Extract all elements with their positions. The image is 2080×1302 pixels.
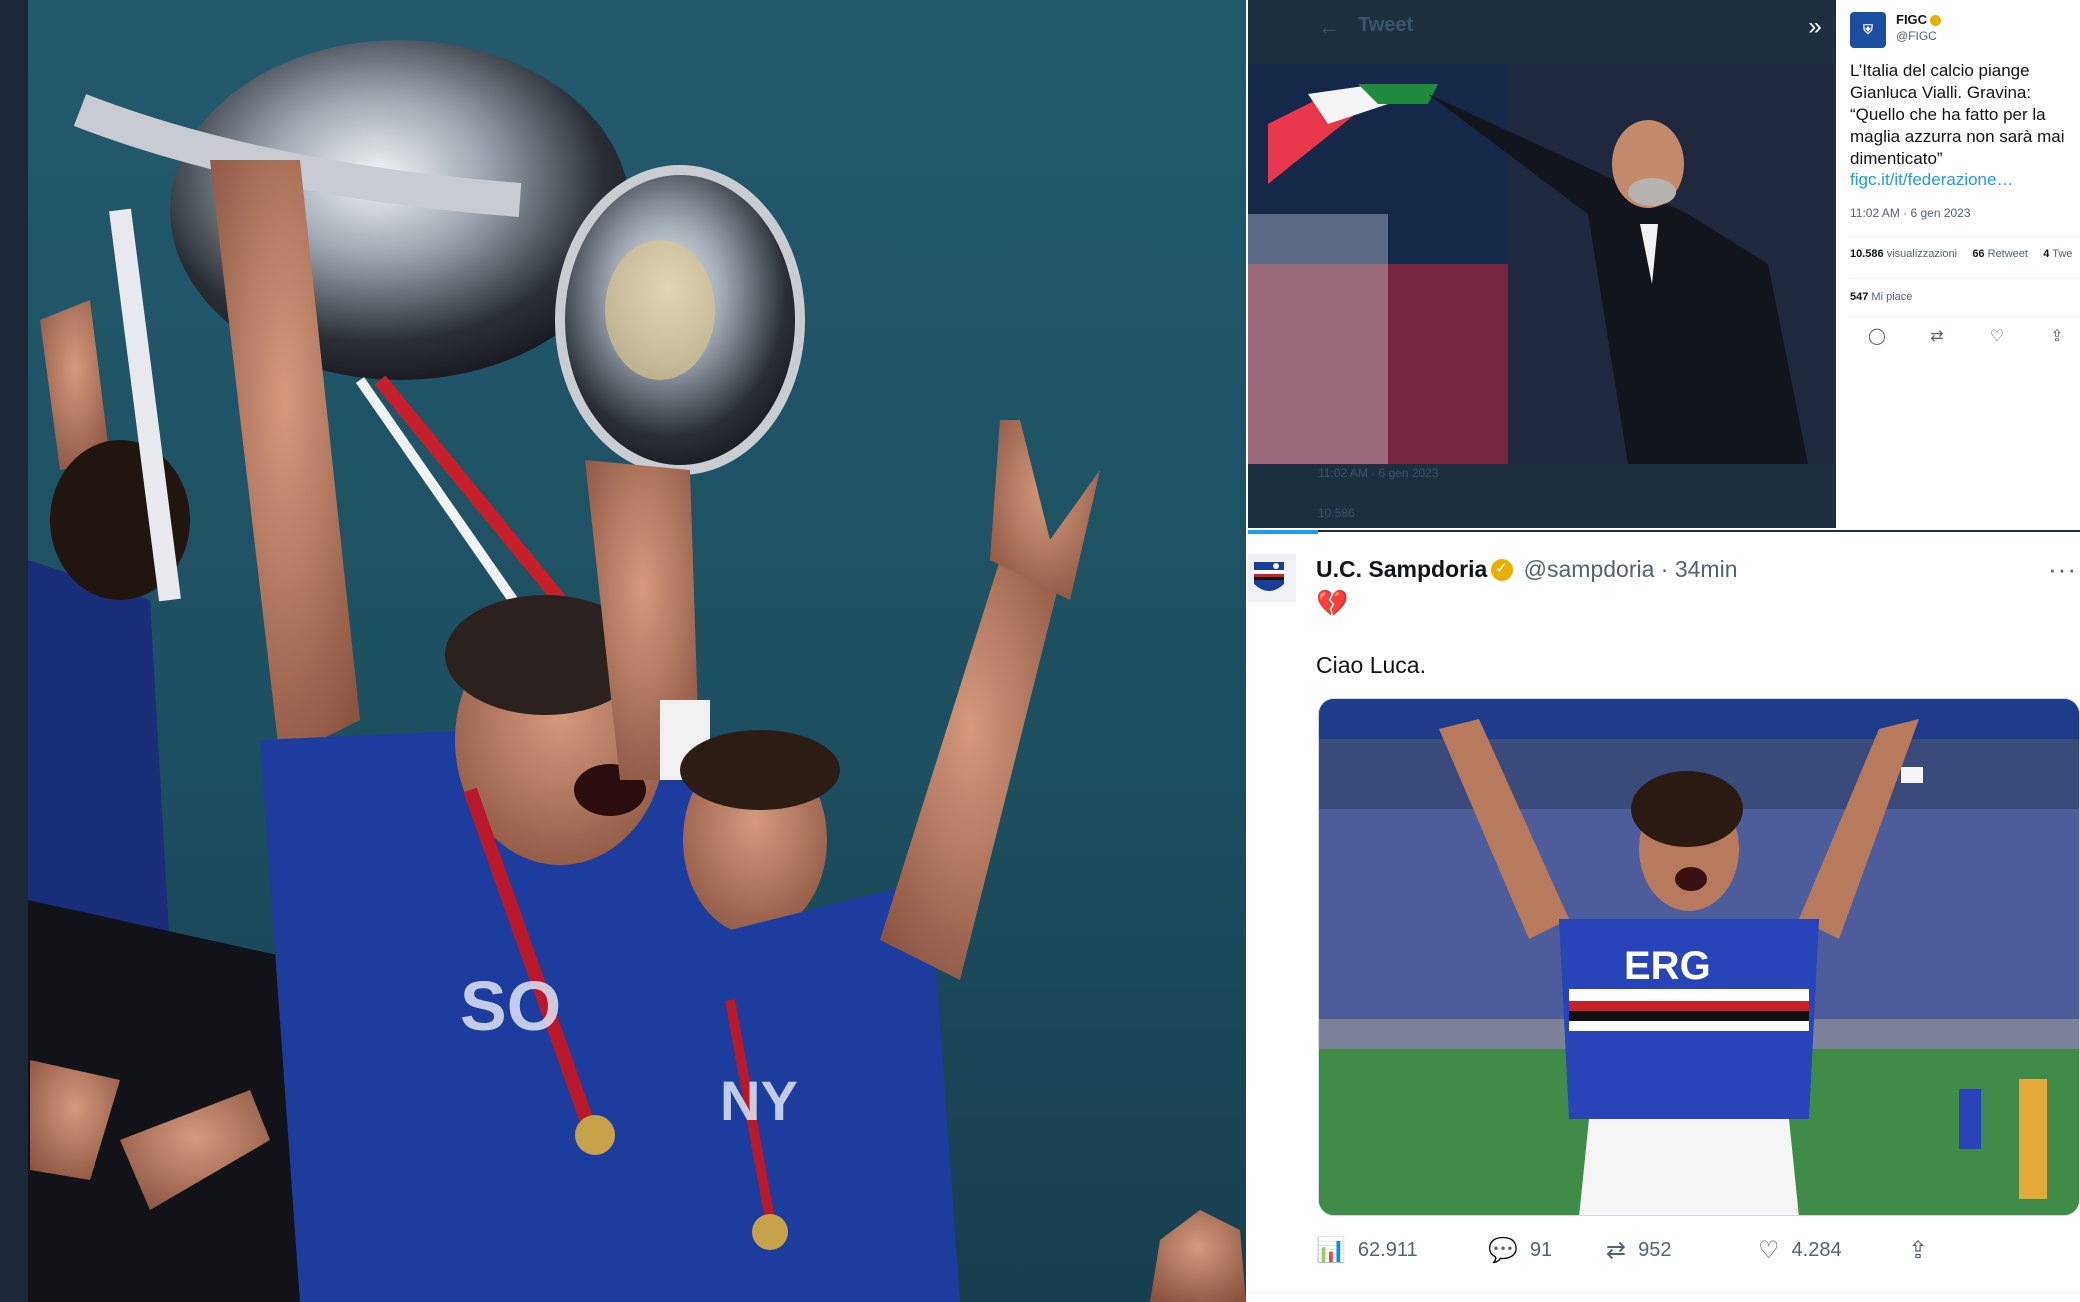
sampdoria-tweet-time[interactable]: 34min bbox=[1675, 556, 1738, 582]
vialli-sampdoria-illustration: ERG bbox=[1319, 699, 2079, 1215]
sampdoria-tweet-header: U.C. Sampdoria @sampdoria · 34min bbox=[1316, 556, 1738, 583]
verified-badge-icon bbox=[1930, 15, 1942, 27]
sampdoria-action-bar: 📊 62.911 💬 91 ⇄ 952 ♡ 4.284 ⇪ bbox=[1316, 1232, 2076, 1268]
figc-tweet-stats: 10.586 visualizzazioni 66 Retweet 4 Twe bbox=[1850, 248, 2072, 260]
speech-bubble-icon: 💬 bbox=[1488, 1236, 1518, 1264]
figc-tweet-photo[interactable] bbox=[1248, 64, 1834, 464]
sampdoria-tweet-photo[interactable]: ERG bbox=[1318, 698, 2080, 1216]
views-count: 62.911 bbox=[1357, 1238, 1418, 1261]
more-icon[interactable]: ··· bbox=[2048, 554, 2077, 585]
figc-action-bar: ◯ ⇄ ♡ ⇪ bbox=[1850, 326, 2080, 348]
retweet-icon: ⇄ bbox=[1606, 1236, 1627, 1264]
like-action[interactable]: ♡ 4.284 bbox=[1758, 1232, 1842, 1268]
svg-text:SO: SO bbox=[460, 967, 561, 1045]
heart-icon: ♡ bbox=[1758, 1236, 1780, 1264]
broken-heart-emoji: 💔 bbox=[1316, 588, 1349, 618]
nav-title: Tweet bbox=[1358, 14, 1414, 36]
sampdoria-tweet-text: Ciao Luca. bbox=[1316, 652, 1426, 678]
speech-bubble-icon[interactable]: ◯ bbox=[1866, 326, 1888, 348]
author-name-text: FIGC bbox=[1896, 12, 1928, 27]
sampdoria-avatar[interactable] bbox=[1248, 554, 1296, 602]
verified-badge-icon bbox=[1491, 559, 1514, 581]
tweet-nav-bar: ← Tweet bbox=[1248, 0, 1834, 62]
figc-author-handle[interactable]: @FIGC bbox=[1896, 29, 1937, 43]
likes-count: 547 bbox=[1850, 291, 1869, 303]
sampdoria-tweet-panel: U.C. Sampdoria @sampdoria · 34min ··· 💔 … bbox=[1248, 530, 2080, 1302]
replies-count: 91 bbox=[1529, 1238, 1553, 1261]
divider bbox=[1850, 236, 2080, 237]
separator-dot: · bbox=[1660, 556, 1669, 582]
retweet-icon[interactable]: ⇄ bbox=[1926, 326, 1948, 348]
retweets-label[interactable]: Retweet bbox=[1988, 248, 2028, 260]
panel-border bbox=[1248, 530, 2080, 532]
sampdoria-author-name[interactable]: U.C. Sampdoria bbox=[1316, 556, 1487, 582]
views-label: visualizzazioni bbox=[1886, 248, 1958, 260]
figc-tweet-card: ⛨ FIGC @FIGC L’Italia del calcio piange … bbox=[1834, 0, 2080, 528]
progress-indicator bbox=[1248, 530, 1318, 534]
blurred-stats: 10.586 bbox=[1318, 506, 1355, 520]
figc-dark-footer: 11:02 AM · 6 gen 2023 10.586 bbox=[1248, 464, 1834, 528]
reply-action[interactable]: 💬 91 bbox=[1488, 1232, 1552, 1268]
retweets-count: 952 bbox=[1638, 1238, 1672, 1261]
trophy-celebration-illustration: SO NY bbox=[28, 0, 1246, 1302]
sampdoria-crest-icon bbox=[1248, 554, 1296, 602]
figc-avatar[interactable]: ⛨ bbox=[1850, 12, 1886, 48]
panel-bottom-border bbox=[1248, 1292, 2080, 1302]
divider bbox=[1850, 316, 2080, 317]
sampdoria-author-handle[interactable]: @sampdoria bbox=[1524, 556, 1655, 582]
views-count: 10.586 bbox=[1850, 248, 1884, 260]
back-arrow-icon[interactable]: ← bbox=[1318, 14, 1340, 40]
share-icon[interactable]: ⇪ bbox=[2046, 326, 2068, 348]
figc-tweet-timestamp[interactable]: 11:02 AM · 6 gen 2023 bbox=[1850, 206, 1971, 220]
figc-tweet-text: L’Italia del calcio piange Gianluca Vial… bbox=[1850, 61, 2065, 168]
divider bbox=[1850, 278, 2080, 279]
figc-tweet-panel: ← Tweet » 11:02 AM · 6 gen 2023 10.586 ⛨… bbox=[1248, 0, 2080, 528]
double-chevron-right-icon[interactable]: » bbox=[1800, 12, 1830, 42]
retweet-action[interactable]: ⇄ 952 bbox=[1606, 1232, 1671, 1268]
svg-text:ERG: ERG bbox=[1624, 944, 1711, 988]
retweets-count: 66 bbox=[1972, 248, 1985, 260]
quotes-label[interactable]: Twe bbox=[2052, 248, 2072, 260]
svg-text:NY: NY bbox=[720, 1069, 798, 1132]
heart-icon[interactable]: ♡ bbox=[1986, 326, 2008, 348]
figc-tweet-link[interactable]: figc.it/it/federazione… bbox=[1850, 170, 2013, 190]
figc-author-name[interactable]: FIGC bbox=[1896, 12, 1942, 27]
blurred-timestamp: 11:02 AM · 6 gen 2023 bbox=[1318, 466, 1439, 480]
share-icon: ⇪ bbox=[1908, 1236, 1929, 1264]
vialli-trophy-photo: SO NY bbox=[0, 0, 1246, 1302]
vialli-flag-illustration bbox=[1248, 64, 1834, 464]
likes-label: Mi piace bbox=[1871, 291, 1913, 303]
views-action[interactable]: 📊 62.911 bbox=[1316, 1232, 1418, 1268]
figc-likes-stat[interactable]: 547 Mi piace bbox=[1850, 291, 1912, 303]
share-action[interactable]: ⇪ bbox=[1908, 1232, 1940, 1268]
bar-chart-icon: 📊 bbox=[1316, 1236, 1346, 1264]
quotes-count: 4 bbox=[2043, 248, 2050, 260]
likes-count: 4.284 bbox=[1791, 1238, 1842, 1261]
